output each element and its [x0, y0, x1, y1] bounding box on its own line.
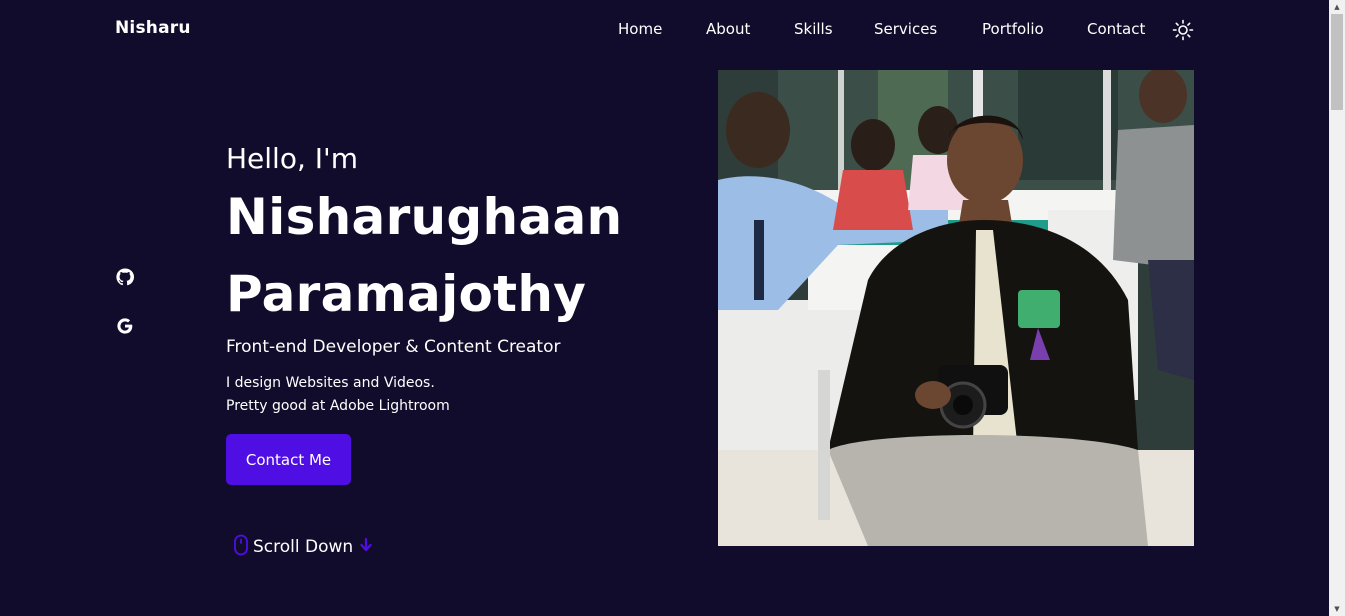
- role-title: Front-end Developer & Content Creator: [226, 337, 561, 357]
- nav-about[interactable]: About: [706, 20, 750, 38]
- github-icon[interactable]: [115, 267, 135, 287]
- nav-services[interactable]: Services: [874, 20, 937, 38]
- arrow-down-icon: [359, 537, 373, 557]
- page-scrollbar[interactable]: ▲ ▼: [1329, 0, 1345, 616]
- name-last: Paramajothy: [226, 265, 587, 323]
- scrollbar-thumb[interactable]: [1331, 14, 1343, 110]
- scroll-down-label: Scroll Down: [253, 537, 354, 557]
- profile-photo: [718, 70, 1194, 546]
- header: Nisharu Home About Skills Services Portf…: [0, 0, 1329, 60]
- nav-portfolio[interactable]: Portfolio: [982, 20, 1044, 38]
- sun-icon[interactable]: [1172, 19, 1194, 41]
- page: Nisharu Home About Skills Services Portf…: [0, 0, 1329, 616]
- scroll-up-arrow-icon[interactable]: ▲: [1329, 0, 1345, 14]
- scroll-down-arrow-icon[interactable]: ▼: [1329, 602, 1345, 616]
- nav-skills[interactable]: Skills: [794, 20, 833, 38]
- nav-home[interactable]: Home: [618, 20, 662, 38]
- description-line-2: Pretty good at Adobe Lightroom: [226, 398, 450, 414]
- contact-me-button[interactable]: Contact Me: [226, 434, 351, 485]
- nav-menu: Home About Skills Services Portfolio Con…: [0, 20, 1329, 42]
- name-first: Nisharughaan: [226, 188, 623, 246]
- greeting: Hello, I'm: [226, 142, 359, 175]
- google-icon[interactable]: [115, 316, 135, 336]
- mouse-icon: [233, 534, 249, 560]
- description-line-1: I design Websites and Videos.: [226, 375, 435, 391]
- scroll-down-link[interactable]: Scroll Down: [233, 534, 373, 560]
- nav-contact[interactable]: Contact: [1087, 20, 1145, 38]
